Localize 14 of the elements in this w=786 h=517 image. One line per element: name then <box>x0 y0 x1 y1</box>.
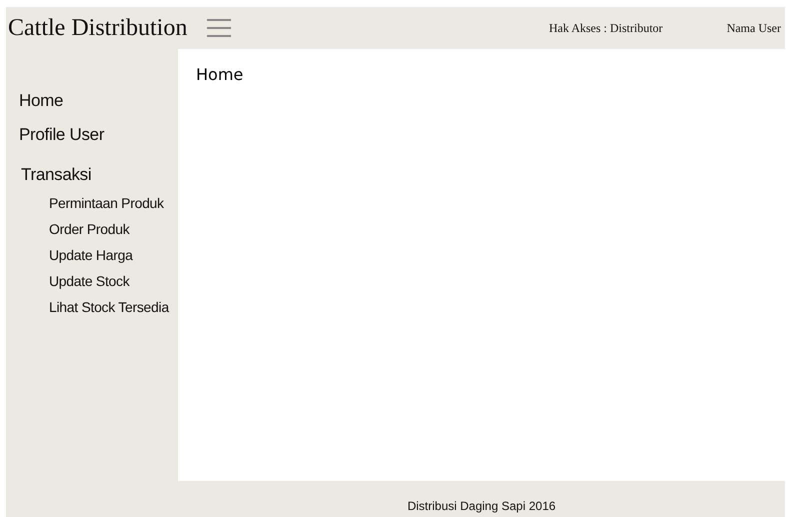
app-title: Cattle Distribution <box>8 14 188 42</box>
access-label: Hak Akses : Distributor <box>549 20 663 36</box>
sidebar-item[interactable]: Home <box>19 91 64 111</box>
sidebar-item[interactable]: Transaksi <box>21 165 92 185</box>
menu-icon[interactable] <box>207 17 232 39</box>
sidebar-subitem[interactable]: Order Produk <box>49 221 130 237</box>
sidebar-item[interactable]: Profile User <box>19 125 104 145</box>
sidebar-subitem[interactable]: Update Harga <box>49 247 133 263</box>
user-name[interactable]: Nama User <box>726 20 781 36</box>
footer-text: Distribusi Daging Sapi 2016 <box>407 498 556 513</box>
page-heading: Home <box>196 65 244 84</box>
sidebar-subitem[interactable]: Lihat Stock Tersedia <box>49 299 169 315</box>
sidebar-subitem[interactable]: Update Stock <box>49 273 130 289</box>
sidebar-subitem[interactable]: Permintaan Produk <box>49 195 164 211</box>
